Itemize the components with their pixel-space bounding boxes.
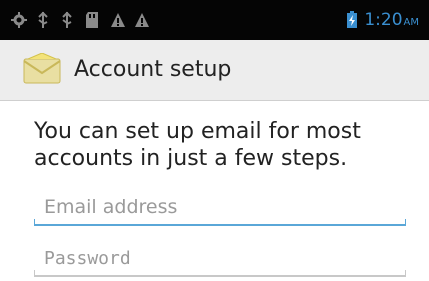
email-underline-left-tick	[34, 219, 35, 226]
page-title: Account setup	[74, 57, 232, 82]
settings-icon	[10, 11, 28, 29]
usb-icon	[36, 11, 50, 29]
title-bar: Account setup	[0, 40, 429, 101]
email-underline	[34, 224, 406, 226]
email-input[interactable]	[34, 192, 406, 222]
intro-text: You can set up email for most accounts i…	[34, 119, 361, 171]
warning-icon	[134, 11, 150, 29]
password-underline-right-tick	[405, 270, 406, 277]
password-underline-left-tick	[34, 270, 35, 277]
email-field[interactable]	[34, 192, 406, 226]
email-envelope-icon	[22, 52, 62, 85]
sd-card-icon	[84, 11, 100, 29]
screen: 1:20AM Account setup You can set up emai…	[0, 0, 429, 281]
status-time-value: 1:20	[364, 10, 403, 30]
usb-icon	[60, 11, 74, 29]
battery-charging-icon	[346, 11, 358, 29]
email-underline-right-tick	[405, 219, 406, 226]
status-bar: 1:20AM	[0, 0, 429, 40]
password-field[interactable]	[34, 243, 406, 277]
warning-icon	[110, 11, 126, 29]
password-input[interactable]	[34, 243, 406, 273]
status-time: 1:20AM	[364, 9, 419, 31]
status-time-suffix: AM	[403, 17, 419, 28]
password-underline	[34, 275, 406, 277]
